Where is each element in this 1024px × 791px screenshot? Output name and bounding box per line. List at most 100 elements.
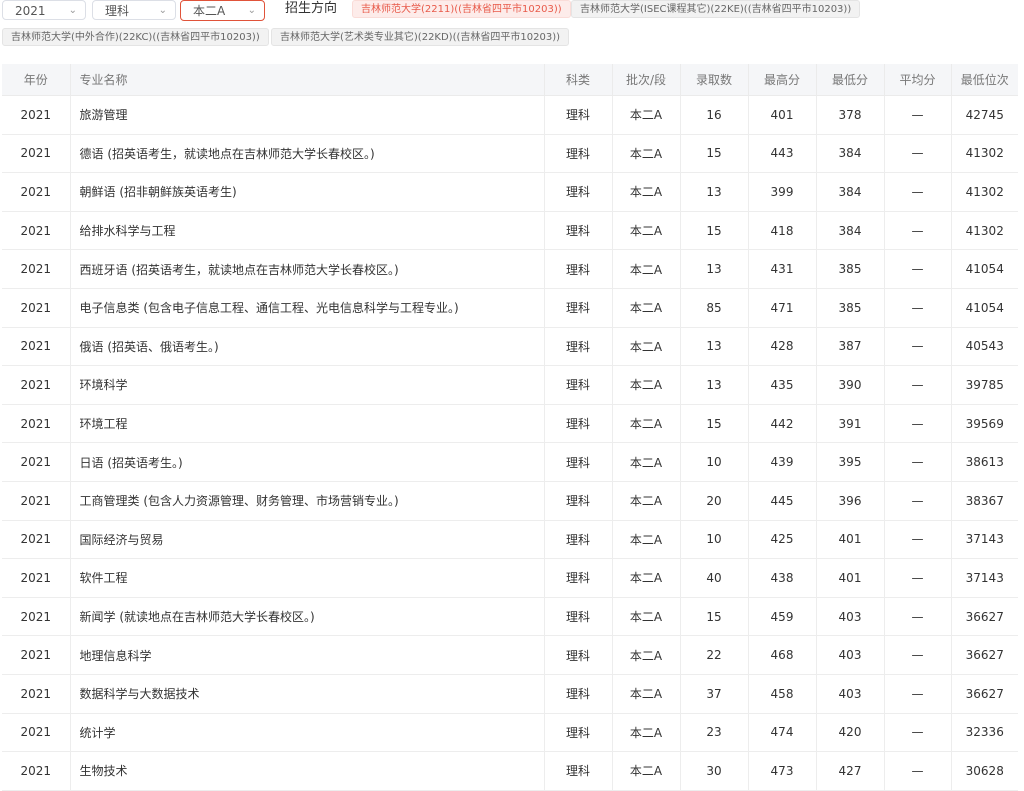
cell-max-score: 438 xyxy=(748,558,817,598)
cell-subject: 理科 xyxy=(544,713,613,753)
table-row: 2021 软件工程 理科 本二A 40 438 401—37143 xyxy=(2,558,1018,598)
cell-min-rank: 38613 xyxy=(951,442,1018,482)
table-row: 2021 统计学 理科 本二A 23 474 420—32336 xyxy=(2,713,1018,753)
cell-min-score: 401 xyxy=(816,558,885,598)
batch-select[interactable]: 本二A ⌄ xyxy=(180,0,265,21)
table-row: 2021 给排水科学与工程 理科 本二A 15 418 384—41302 xyxy=(2,211,1018,251)
cell-batch: 本二A xyxy=(612,713,681,753)
cell-min-rank: 39569 xyxy=(951,404,1018,444)
cell-year: 2021 xyxy=(2,481,71,521)
cell-admitted: 13 xyxy=(680,172,749,212)
cell-min-score: 401 xyxy=(816,520,885,560)
cell-min-score: 403 xyxy=(816,597,885,637)
table-row: 2021 旅游管理 理科 本二A 16 401 378—42745 xyxy=(2,95,1018,135)
cell-max-score: 401 xyxy=(748,95,817,135)
cell-admitted: 13 xyxy=(680,327,749,367)
cell-major: 电子信息类 (包含电子信息工程、通信工程、光电信息科学与工程专业。) xyxy=(70,288,545,328)
cell-major: 统计学 xyxy=(70,713,545,753)
cell-major: 朝鲜语 (招非朝鲜族英语考生) xyxy=(70,172,545,212)
table-row: 2021 生物技术 理科 本二A 30 473 427—30628 xyxy=(2,751,1018,791)
col-header-min-rank: 最低位次 xyxy=(951,64,1018,96)
table-row: 2021 日语 (招英语考生。) 理科 本二A 10 439 395—38613 xyxy=(2,442,1018,482)
cell-min-rank: 36627 xyxy=(951,597,1018,637)
cell-min-rank: 38367 xyxy=(951,481,1018,521)
cell-max-score: 459 xyxy=(748,597,817,637)
cell-admitted: 13 xyxy=(680,365,749,405)
cell-major: 环境工程 xyxy=(70,404,545,444)
cell-min-score: 396 xyxy=(816,481,885,521)
cell-batch: 本二A xyxy=(612,327,681,367)
cell-subject: 理科 xyxy=(544,172,613,212)
subject-select[interactable]: 理科 ⌄ xyxy=(92,0,176,20)
cell-major: 德语 (招英语考生，就读地点在吉林师范大学长春校区。) xyxy=(70,134,545,174)
cell-year: 2021 xyxy=(2,365,71,405)
direction-tag[interactable]: 吉林师范大学(中外合作)(22KC)((吉林省四平市10203)) xyxy=(2,28,269,46)
cell-admitted: 85 xyxy=(680,288,749,328)
cell-major: 生物技术 xyxy=(70,751,545,791)
cell-min-rank: 41302 xyxy=(951,172,1018,212)
cell-avg-score: — xyxy=(884,713,952,753)
direction-tag[interactable]: 吉林师范大学(艺术类专业其它)(22KD)((吉林省四平市10203)) xyxy=(271,28,570,46)
cell-max-score: 473 xyxy=(748,751,817,791)
table-row: 2021 俄语 (招英语、俄语考生。) 理科 本二A 13 428 387—40543 xyxy=(2,327,1018,367)
cell-year: 2021 xyxy=(2,558,71,598)
table-row: 2021 环境工程 理科 本二A 15 442 391—39569 xyxy=(2,404,1018,444)
cell-batch: 本二A xyxy=(612,481,681,521)
cell-batch: 本二A xyxy=(612,751,681,791)
cell-batch: 本二A xyxy=(612,558,681,598)
cell-avg-score: — xyxy=(884,404,952,444)
cell-min-rank: 37143 xyxy=(951,520,1018,560)
table-row: 2021 环境科学 理科 本二A 13 435 390—39785 xyxy=(2,365,1018,405)
cell-subject: 理科 xyxy=(544,751,613,791)
cell-subject: 理科 xyxy=(544,558,613,598)
cell-batch: 本二A xyxy=(612,95,681,135)
cell-admitted: 16 xyxy=(680,95,749,135)
cell-year: 2021 xyxy=(2,597,71,637)
col-header-subject: 科类 xyxy=(544,64,613,96)
cell-major: 数据科学与大数据技术 xyxy=(70,674,545,714)
cell-batch: 本二A xyxy=(612,249,681,289)
cell-year: 2021 xyxy=(2,442,71,482)
cell-min-score: 385 xyxy=(816,288,885,328)
table-header: 年份 专业名称 科类 批次/段 录取数 最高分 最低分 平均分 最低位次 xyxy=(2,64,1018,96)
table-row: 2021 电子信息类 (包含电子信息工程、通信工程、光电信息科学与工程专业。) 理科… xyxy=(2,288,1018,328)
cell-avg-score: — xyxy=(884,327,952,367)
cell-subject: 理科 xyxy=(544,288,613,328)
cell-major: 新闻学 (就读地点在吉林师范大学长春校区。) xyxy=(70,597,545,637)
cell-admitted: 37 xyxy=(680,674,749,714)
direction-tag[interactable]: 吉林师范大学(2211)((吉林省四平市10203)) xyxy=(352,0,571,18)
col-header-min-score: 最低分 xyxy=(816,64,885,96)
cell-admitted: 22 xyxy=(680,635,749,675)
cell-year: 2021 xyxy=(2,635,71,675)
cell-admitted: 15 xyxy=(680,404,749,444)
table-row: 2021 新闻学 (就读地点在吉林师范大学长春校区。) 理科 本二A 15 459 403—… xyxy=(2,597,1018,637)
cell-min-rank: 36627 xyxy=(951,674,1018,714)
direction-tag[interactable]: 吉林师范大学(ISEC课程其它)(22KE)((吉林省四平市10203)) xyxy=(571,0,861,18)
cell-min-score: 384 xyxy=(816,172,885,212)
cell-max-score: 399 xyxy=(748,172,817,212)
chevron-down-icon: ⌄ xyxy=(68,5,77,16)
cell-min-score: 403 xyxy=(816,635,885,675)
col-header-max-score: 最高分 xyxy=(748,64,817,96)
year-select[interactable]: 2021 ⌄ xyxy=(2,0,86,20)
cell-avg-score: — xyxy=(884,288,952,328)
cell-min-rank: 41302 xyxy=(951,134,1018,174)
cell-major: 环境科学 xyxy=(70,365,545,405)
cell-min-rank: 41054 xyxy=(951,249,1018,289)
col-header-major: 专业名称 xyxy=(70,64,545,96)
cell-admitted: 30 xyxy=(680,751,749,791)
cell-admitted: 10 xyxy=(680,520,749,560)
cell-batch: 本二A xyxy=(612,635,681,675)
cell-major: 旅游管理 xyxy=(70,95,545,135)
cell-subject: 理科 xyxy=(544,365,613,405)
cell-avg-score: — xyxy=(884,481,952,521)
cell-min-rank: 41302 xyxy=(951,211,1018,251)
cell-admitted: 13 xyxy=(680,249,749,289)
cell-major: 给排水科学与工程 xyxy=(70,211,545,251)
cell-min-score: 387 xyxy=(816,327,885,367)
cell-min-score: 427 xyxy=(816,751,885,791)
cell-batch: 本二A xyxy=(612,211,681,251)
year-select-value: 2021 xyxy=(15,4,46,18)
cell-major: 国际经济与贸易 xyxy=(70,520,545,560)
cell-avg-score: — xyxy=(884,635,952,675)
